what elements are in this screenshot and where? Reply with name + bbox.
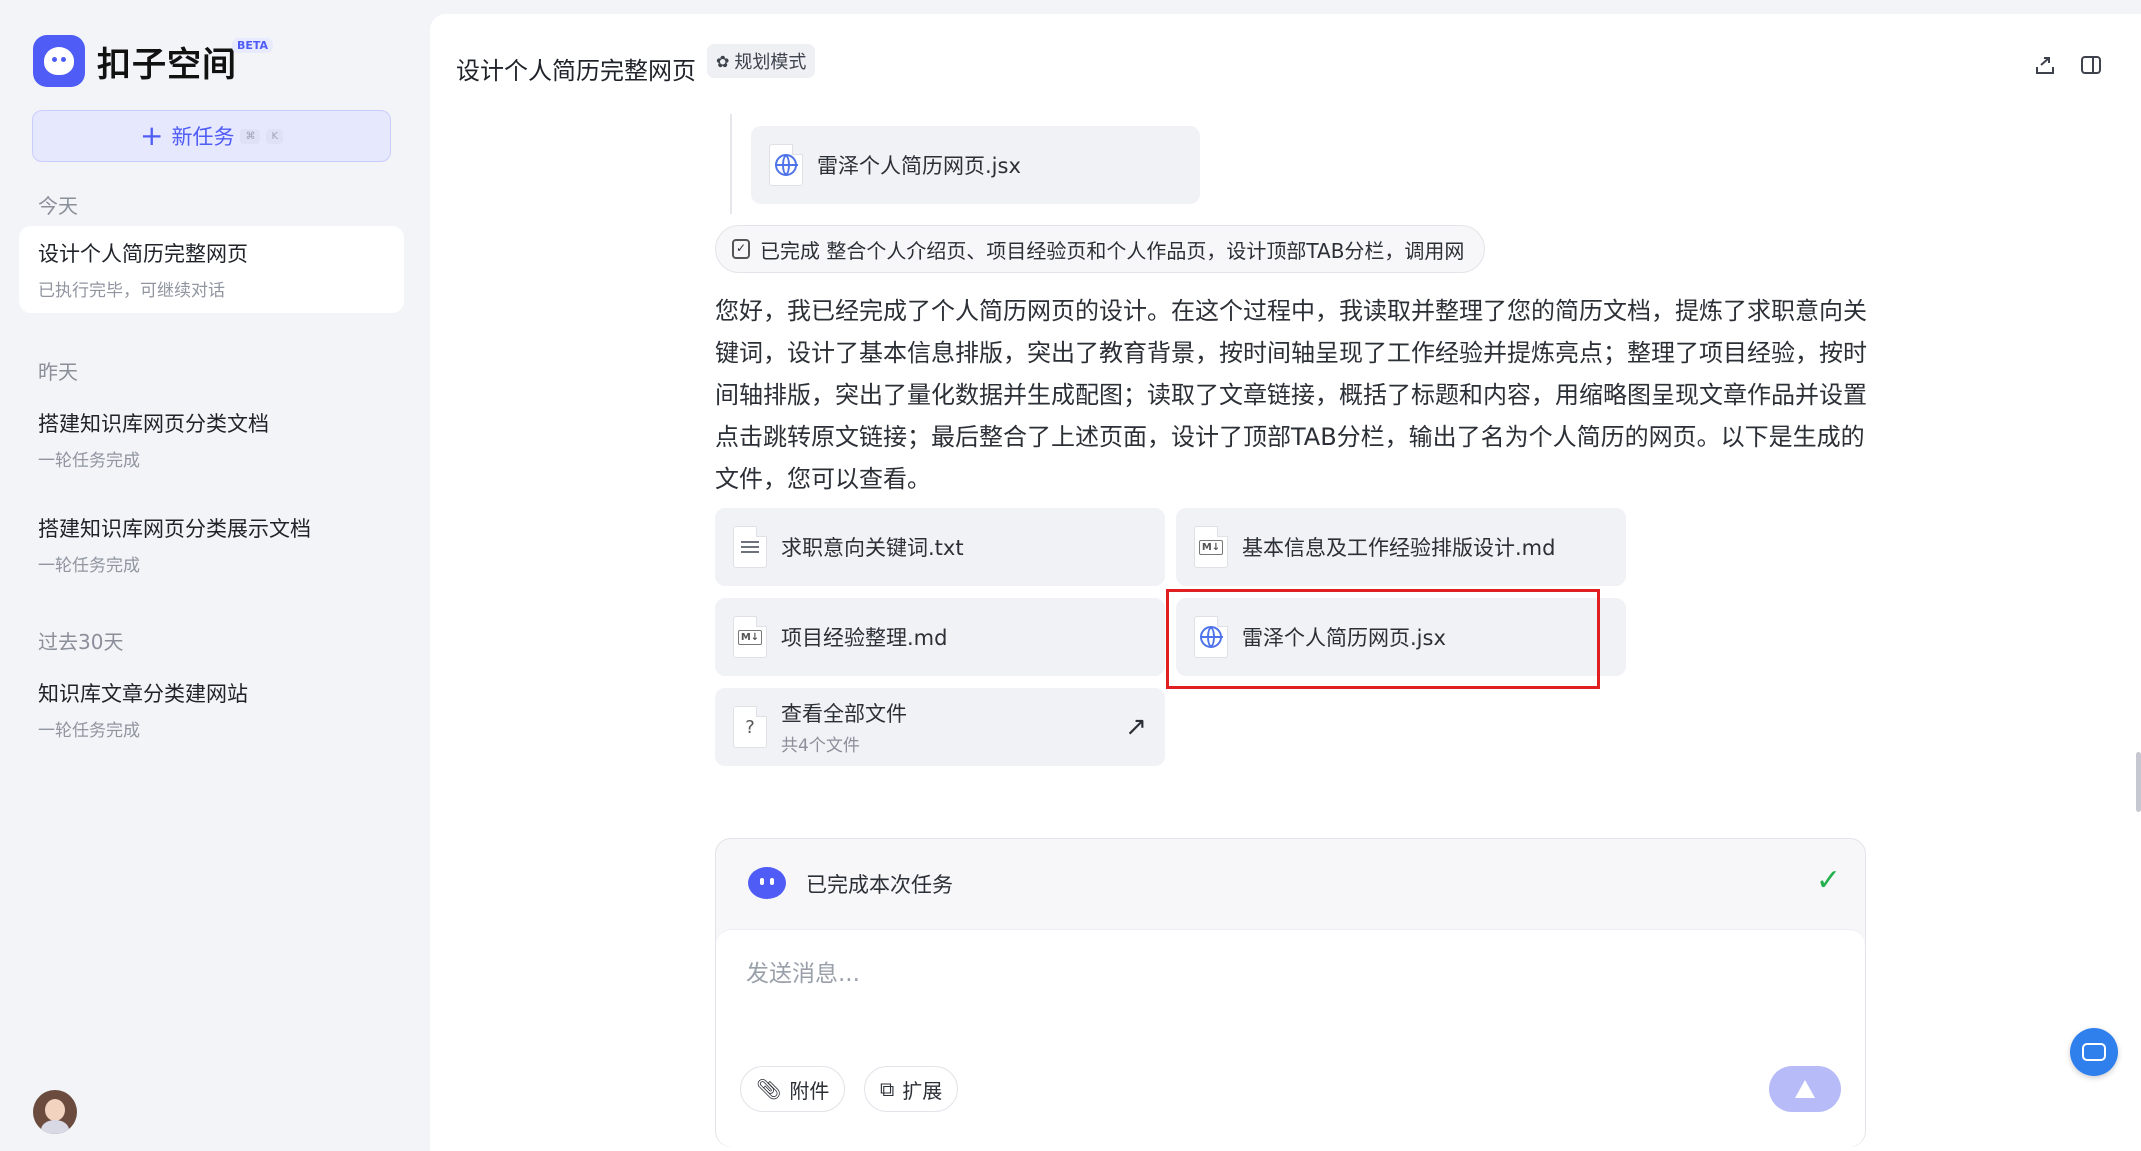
app-name: 扣子空间 <box>97 44 237 85</box>
task-item-kb-display-doc[interactable]: 搭建知识库网页分类展示文档 一轮任务完成 <box>19 501 404 588</box>
page-title: 设计个人简历完整网页 <box>456 57 696 85</box>
view-all-subtitle: 共4个文件 <box>781 736 860 756</box>
task-title: 搭建知识库网页分类展示文档 <box>38 517 311 541</box>
app-logo[interactable]: 扣子空间 <box>33 35 237 87</box>
planning-mode-badge[interactable]: ✿ 规划模式 <box>707 44 816 78</box>
task-status-text: 已完成本次任务 <box>806 873 953 897</box>
send-button[interactable] <box>1769 1066 1841 1112</box>
check-icon: ✓ <box>1815 863 1841 898</box>
feedback-chat-button[interactable] <box>2070 1028 2118 1076</box>
bot-icon <box>748 867 786 899</box>
new-task-label: 新任务 <box>171 125 235 149</box>
sidebar: 扣子空间 BETA + 新任务 ⌘ K 今天 设计个人简历完整网页 已执行完毕，… <box>0 0 430 1151</box>
scrollbar-handle[interactable] <box>2136 752 2141 812</box>
extend-button[interactable]: ⧉ 扩展 <box>864 1066 959 1112</box>
planning-mode-icon: ✿ <box>716 51 730 71</box>
mode-badge-label: 规划模式 <box>734 52 807 73</box>
attach-button[interactable]: 📎︎ 附件 <box>740 1066 846 1112</box>
step-status-pill[interactable]: ✓ 已完成 整合个人介绍页、项目经验页和个人作品页，设计顶部TAB分栏，调用网 <box>715 225 1485 273</box>
file-card-prev-jsx[interactable]: 雷泽个人简历网页.jsx <box>751 126 1200 204</box>
plugin-icon: ⧉ <box>880 1077 895 1101</box>
task-status-bar: 已完成本次任务 ✓ <box>716 839 1865 929</box>
plus-icon: + <box>139 119 164 152</box>
view-all-title: 查看全部文件 <box>781 702 907 726</box>
unknown-file-icon: ? <box>733 706 767 748</box>
user-avatar[interactable] <box>33 1090 77 1134</box>
assistant-summary: 您好，我已经完成了个人简历网页的设计。在这个过程中，我读取并整理了您的简历文档，… <box>715 297 1867 493</box>
beta-badge: BETA <box>232 38 274 53</box>
main-panel: 设计个人简历完整网页 ✿ 规划模式 雷泽个人简历网页.jsx ✓ 已完成 整合个… <box>430 14 2141 1151</box>
file-name: 基本信息及工作经验排版设计.md <box>1242 536 1556 560</box>
thread-connector <box>730 114 732 214</box>
file-name: 雷泽个人简历网页.jsx <box>817 154 1021 178</box>
extend-label: 扩展 <box>902 1078 943 1103</box>
task-subtitle: 一轮任务完成 <box>38 556 140 576</box>
markdown-file-icon: M↓ <box>733 616 767 658</box>
file-card-basic-info-md[interactable]: M↓ 基本信息及工作经验排版设计.md <box>1176 508 1626 586</box>
shortcut-key-k: K <box>266 128 284 144</box>
group-label-yesterday: 昨天 <box>38 360 78 384</box>
file-card-keywords-txt[interactable]: 求职意向关键词.txt <box>715 508 1165 586</box>
new-task-button[interactable]: + 新任务 ⌘ K <box>32 110 391 162</box>
shortcut-key-cmd: ⌘ <box>240 128 261 144</box>
arrow-up-right-icon: ↗ <box>1125 712 1147 742</box>
task-item-kb-website[interactable]: 知识库文章分类建网站 一轮任务完成 <box>19 666 404 753</box>
file-name: 项目经验整理.md <box>781 626 948 650</box>
task-title: 设计个人简历完整网页 <box>38 242 248 266</box>
task-title: 搭建知识库网页分类文档 <box>38 412 269 436</box>
message-input[interactable] <box>744 956 1798 992</box>
text-file-icon <box>733 526 767 568</box>
markdown-file-icon: M↓ <box>1194 526 1228 568</box>
task-subtitle: 一轮任务完成 <box>38 721 140 741</box>
task-subtitle: 一轮任务完成 <box>38 451 140 471</box>
check-list-icon: ✓ <box>732 239 750 259</box>
task-title: 知识库文章分类建网站 <box>38 682 248 706</box>
task-item-kb-doc[interactable]: 搭建知识库网页分类文档 一轮任务完成 <box>19 396 404 483</box>
task-subtitle: 已执行完毕，可继续对话 <box>38 281 225 301</box>
attach-label: 附件 <box>789 1078 830 1103</box>
group-label-past-30-days: 过去30天 <box>38 630 124 654</box>
send-icon <box>1795 1080 1815 1098</box>
chat-bubble-icon <box>2082 1043 2106 1061</box>
globe-icon <box>769 144 803 186</box>
task-item-resume-webpage[interactable]: 设计个人简历完整网页 已执行完毕，可继续对话 <box>19 226 404 313</box>
logo-icon <box>33 35 85 87</box>
paperclip-icon: 📎︎ <box>756 1077 782 1101</box>
input-area: 📎︎ 附件 ⧉ 扩展 <box>716 929 1865 1147</box>
message-composer: 已完成本次任务 ✓ 📎︎ 附件 ⧉ 扩展 <box>715 838 1866 1147</box>
view-all-files-button[interactable]: ? 查看全部文件 共4个文件 ↗ <box>715 688 1165 766</box>
step-status-text: 已完成 整合个人介绍页、项目经验页和个人作品页，设计顶部TAB分栏，调用网 <box>760 238 1465 263</box>
panel-toggle-icon[interactable] <box>2074 48 2108 82</box>
share-icon[interactable] <box>2028 48 2062 82</box>
file-name: 求职意向关键词.txt <box>781 536 964 560</box>
group-label-today: 今天 <box>38 194 78 218</box>
file-card-project-md[interactable]: M↓ 项目经验整理.md <box>715 598 1165 676</box>
selection-highlight-box <box>1166 589 1600 689</box>
